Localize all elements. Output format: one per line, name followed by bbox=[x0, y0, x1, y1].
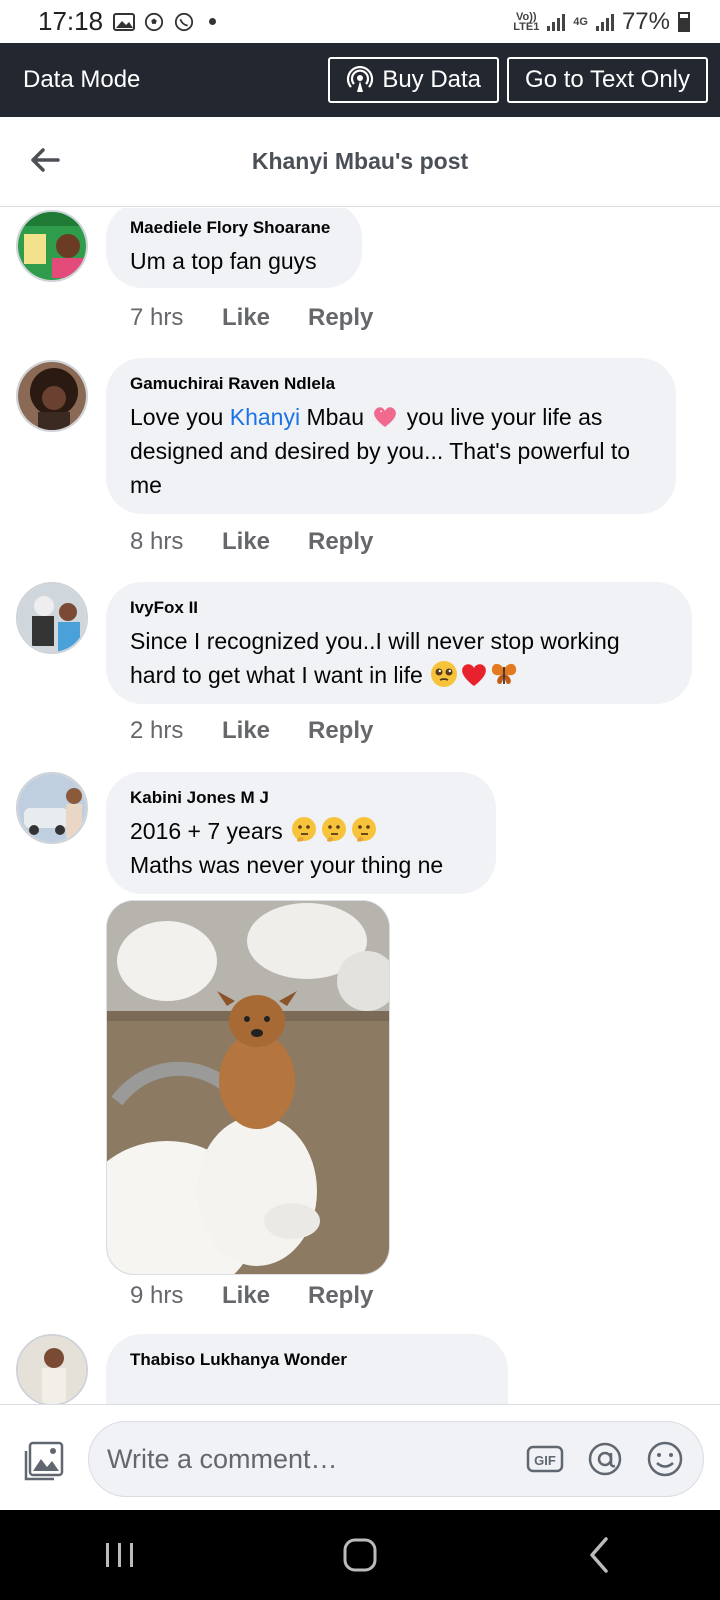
comment-author[interactable]: IvyFox II bbox=[130, 598, 668, 618]
comment-author[interactable]: Thabiso Lukhanya Wonder bbox=[130, 1350, 484, 1370]
notification-dot-icon bbox=[209, 18, 217, 25]
thinking-face-emoji-icon bbox=[292, 817, 317, 842]
comment-bubble[interactable]: Thabiso Lukhanya Wonder bbox=[106, 1334, 508, 1404]
comment-photo[interactable] bbox=[106, 900, 390, 1275]
comment-bubble[interactable]: Maediele Flory Shoarane Um a top fan guy… bbox=[106, 208, 362, 288]
comment-time: 2 hrs bbox=[130, 717, 184, 744]
comment-time: 8 hrs bbox=[130, 528, 184, 555]
buy-data-label: Buy Data bbox=[382, 66, 482, 93]
volte-indicator: Vo)) LTE1 bbox=[513, 10, 540, 33]
reply-button[interactable]: Reply bbox=[308, 1282, 373, 1310]
soccer-ball-icon bbox=[144, 12, 164, 31]
comment-input[interactable]: Write a comment… GIF bbox=[88, 1421, 704, 1497]
mention-link[interactable]: Khanyi bbox=[230, 404, 300, 430]
sparkling-heart-emoji-icon bbox=[374, 407, 397, 427]
text-only-button[interactable]: Go to Text Only bbox=[507, 57, 708, 103]
comment-actions: 7 hrs Like Reply bbox=[130, 304, 373, 332]
gallery-icon bbox=[113, 12, 136, 31]
status-time: 17:18 bbox=[38, 6, 104, 36]
back-icon[interactable] bbox=[578, 1533, 622, 1577]
comment-author[interactable]: Gamuchirai Raven Ndlela bbox=[130, 374, 652, 394]
recent-apps-icon[interactable] bbox=[98, 1533, 142, 1577]
reply-button[interactable]: Reply bbox=[308, 717, 373, 745]
avatar[interactable] bbox=[16, 360, 88, 432]
comment-text: 2016 + 7 years Maths was never your thin… bbox=[130, 814, 472, 882]
comments-feed[interactable]: Maediele Flory Shoarane Um a top fan guy… bbox=[0, 208, 720, 1404]
avatar-image bbox=[18, 584, 86, 652]
avatar[interactable] bbox=[16, 1334, 88, 1404]
avatar-image bbox=[18, 774, 86, 842]
photo-picker-icon[interactable] bbox=[22, 1439, 66, 1483]
status-bar: 17:18 Vo)) LTE1 4G 77% bbox=[0, 0, 720, 43]
like-button[interactable]: Like bbox=[222, 304, 308, 332]
gif-label: GIF bbox=[534, 1453, 556, 1468]
signal-icon-2 bbox=[595, 13, 614, 31]
comment-time: 9 hrs bbox=[130, 1282, 184, 1309]
gif-icon[interactable]: GIF bbox=[525, 1439, 565, 1479]
reply-button[interactable]: Reply bbox=[308, 304, 373, 332]
comment-text: Love you Khanyi Mbau you live your life … bbox=[130, 400, 652, 502]
comment-bubble[interactable]: IvyFox II Since I recognized you..I will… bbox=[106, 582, 692, 704]
battery-icon bbox=[678, 11, 690, 32]
home-icon[interactable] bbox=[338, 1533, 382, 1577]
comment-actions: 9 hrs Like Reply bbox=[130, 1282, 373, 1310]
battery-percent: 77% bbox=[621, 7, 670, 35]
like-button[interactable]: Like bbox=[222, 1282, 308, 1310]
thinking-face-emoji-icon bbox=[322, 817, 347, 842]
data-mode-bar: Data Mode Buy Data Go to Text Only bbox=[0, 43, 720, 117]
comment-actions: 2 hrs Like Reply bbox=[130, 717, 373, 745]
goat-and-puppy-image bbox=[107, 901, 389, 1274]
comment-author[interactable]: Kabini Jones M J bbox=[130, 788, 472, 808]
whatsapp-icon bbox=[174, 12, 194, 31]
butterfly-emoji-icon bbox=[492, 663, 517, 684]
text-only-label: Go to Text Only bbox=[525, 66, 690, 93]
broadcast-icon bbox=[347, 66, 374, 92]
avatar-image bbox=[18, 212, 86, 280]
comment-text: Since I recognized you..I will never sto… bbox=[130, 624, 668, 692]
comment-time: 7 hrs bbox=[130, 304, 184, 331]
comment-author[interactable]: Maediele Flory Shoarane bbox=[130, 218, 338, 238]
comment-text-body: Since I recognized you..I will never sto… bbox=[130, 628, 620, 688]
reply-button[interactable]: Reply bbox=[308, 528, 373, 556]
like-button[interactable]: Like bbox=[222, 717, 308, 745]
comment-bubble[interactable]: Gamuchirai Raven Ndlela Love you Khanyi … bbox=[106, 358, 676, 514]
page-title: Khanyi Mbau's post bbox=[251, 148, 469, 174]
network-type: 4G bbox=[573, 15, 588, 28]
comment-text-line2: Maths was never your thing ne bbox=[130, 852, 444, 878]
back-arrow-icon[interactable] bbox=[28, 143, 62, 177]
comment-text-mention-rest: Mbau bbox=[300, 404, 365, 430]
signal-icon bbox=[547, 13, 566, 31]
avatar[interactable] bbox=[16, 582, 88, 654]
like-button[interactable]: Like bbox=[222, 528, 308, 556]
comment-bubble[interactable]: Kabini Jones M J 2016 + 7 years Maths wa… bbox=[106, 772, 496, 894]
avatar-image bbox=[18, 362, 86, 430]
comment-text: Um a top fan guys bbox=[130, 248, 317, 274]
emoji-smiley-icon[interactable] bbox=[645, 1439, 685, 1479]
buy-data-button[interactable]: Buy Data bbox=[328, 57, 500, 103]
system-nav-bar bbox=[0, 1510, 720, 1600]
post-header: Khanyi Mbau's post bbox=[0, 117, 720, 207]
comment-text-line1: 2016 + 7 years bbox=[130, 818, 283, 844]
comment-composer: Write a comment… GIF bbox=[0, 1404, 720, 1510]
pleading-face-emoji-icon bbox=[431, 661, 458, 687]
comment-input-placeholder: Write a comment… bbox=[107, 1443, 338, 1474]
mention-at-icon[interactable] bbox=[585, 1439, 625, 1479]
data-mode-title: Data Mode bbox=[23, 66, 141, 93]
red-heart-emoji-icon bbox=[462, 664, 487, 686]
comment-actions: 8 hrs Like Reply bbox=[130, 528, 373, 556]
avatar[interactable] bbox=[16, 210, 88, 282]
avatar[interactable] bbox=[16, 772, 88, 844]
comment-text-start: Love you bbox=[130, 404, 230, 430]
thinking-face-emoji-icon bbox=[352, 817, 377, 842]
avatar-image bbox=[18, 1336, 86, 1404]
